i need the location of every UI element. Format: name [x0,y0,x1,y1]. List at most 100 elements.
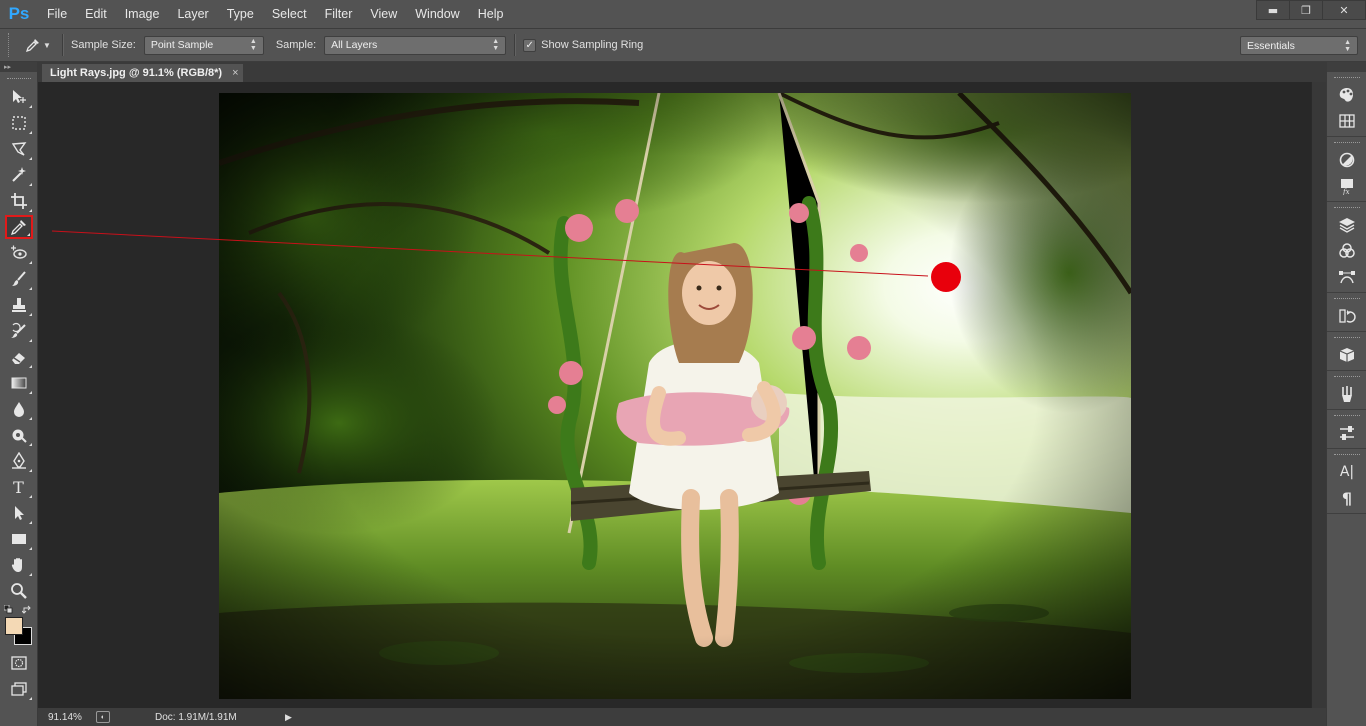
blur-tool[interactable] [5,397,33,421]
adjustments-panel-button[interactable] [1327,147,1366,173]
tool-presets-button[interactable] [1327,420,1366,446]
tools-panel: ▸▸ T [0,62,38,726]
panel-group-tool-presets [1327,410,1366,449]
menu-file[interactable]: File [38,0,76,28]
clone-stamp-tool[interactable] [5,293,33,317]
pen-tool-icon [11,452,26,469]
paragraph-panel-icon: ¶ [1341,488,1353,508]
svg-text:fx: fx [1342,188,1350,195]
styles-panel-button[interactable]: fx [1327,173,1366,199]
menu-view[interactable]: View [361,0,406,28]
marquee-tool[interactable] [5,111,33,135]
close-tab-icon[interactable]: × [232,67,238,79]
menu-window[interactable]: Window [406,0,468,28]
crop-tool-icon [10,193,27,209]
history-brush-tool-icon [10,322,26,338]
menu-items: File Edit Image Layer Type Select Filter… [38,0,512,28]
document-canvas-image[interactable] [219,93,1131,699]
magic-wand-tool[interactable] [5,163,33,187]
hand-tool-icon [11,558,22,572]
collapse-dock-icon[interactable] [1327,62,1366,72]
eraser-tool-icon [11,353,25,364]
move-tool-icon [12,90,26,103]
character-panel-button[interactable]: A| [1327,459,1366,485]
paragraph-panel-button[interactable]: ¶ [1327,485,1366,511]
adjustments-panel-icon [1339,152,1355,168]
panel-group-adjustments: fx [1327,137,1366,202]
lasso-tool[interactable] [5,137,33,161]
workspace-select[interactable]: Essentials ▲ ▼ [1240,36,1358,55]
menu-help[interactable]: Help [469,0,513,28]
layers-panel-button[interactable] [1327,212,1366,238]
menu-image[interactable]: Image [116,0,169,28]
show-sampling-ring-label: Show Sampling Ring [541,39,644,51]
panel-dock: fx A| ¶ [1326,62,1366,726]
crop-tool[interactable] [5,189,33,213]
brush-tool[interactable] [5,267,33,291]
options-bar: ▼ Sample Size: Point Sample ▲ ▼ Sample: A… [0,28,1366,62]
swap-colors-icon[interactable] [22,605,32,615]
eraser-tool[interactable] [5,345,33,369]
menu-select[interactable]: Select [263,0,316,28]
zoom-tool-icon [10,583,27,599]
menu-edit[interactable]: Edit [76,0,116,28]
history-panel-button[interactable] [1327,303,1366,329]
styles-panel-icon: fx [1341,179,1353,195]
sample-select[interactable]: All Layers ▲ ▼ [324,35,507,55]
eyedropper-tool[interactable] [4,215,33,239]
menu-type[interactable]: Type [218,0,263,28]
tool-preset-picker[interactable]: ▼ [22,33,54,57]
zoom-tool[interactable] [5,579,33,603]
spot-healing-tool[interactable] [5,241,33,265]
show-sampling-ring-checkbox[interactable]: ✓ [523,38,537,52]
document-tab[interactable]: Light Rays.jpg @ 91.1% (RGB/8*) × [42,64,243,82]
collapse-panel-icon[interactable]: ▸▸ [0,62,37,72]
menu-layer[interactable]: Layer [168,0,217,28]
hand-tool[interactable] [5,553,33,577]
blur-tool-icon [13,402,24,417]
color-panel-button[interactable] [1327,82,1366,108]
vertical-scrollbar[interactable] [1311,82,1326,708]
quick-mask-button[interactable] [5,651,33,675]
brush-presets-button[interactable] [1327,381,1366,407]
photoshop-logo: Ps [8,4,30,23]
document-size: Doc: 1.91M/1.91M [155,711,237,723]
stepper-arrows-icon: ▲ ▼ [1344,38,1351,53]
move-tool[interactable] [5,85,33,109]
dodge-tool[interactable] [5,423,33,447]
rectangle-tool[interactable] [5,527,33,551]
gradient-tool-icon [11,377,26,389]
document-profile-icon[interactable]: ◐ [96,711,110,723]
zoom-level[interactable]: 91.14% [38,712,88,723]
brush-tool-icon [11,271,26,286]
close-button[interactable]: ✕ [1322,0,1366,20]
screen-mode-button[interactable] [5,677,33,701]
foreground-color-swatch[interactable] [5,617,23,635]
path-selection-tool-icon [14,506,24,520]
type-tool[interactable]: T [5,475,33,499]
pen-tool[interactable] [5,449,33,473]
3d-panel-button[interactable] [1327,342,1366,368]
eyedropper-tool-icon [10,220,26,236]
tools-panel-grip[interactable] [6,78,31,81]
restore-button[interactable]: ❐ [1289,0,1323,20]
sample-size-select[interactable]: Point Sample ▲ ▼ [143,35,264,55]
minimize-button[interactable]: ▬ [1256,0,1290,20]
paths-panel-icon [1339,271,1355,284]
menu-filter[interactable]: Filter [316,0,362,28]
path-selection-tool[interactable] [5,501,33,525]
paths-panel-button[interactable] [1327,264,1366,290]
history-brush-tool[interactable] [5,319,33,343]
status-menu-arrow-icon[interactable]: ▶ [285,712,292,723]
options-bar-grip[interactable] [8,33,14,57]
swatches-panel-button[interactable] [1327,108,1366,134]
color-swatches [0,605,38,649]
channels-panel-button[interactable] [1327,238,1366,264]
3d-panel-icon [1339,348,1355,362]
default-colors-icon[interactable] [4,605,14,615]
sample-label: Sample: [275,39,317,51]
panel-group-color [1327,72,1366,137]
stepper-arrows-icon: ▲ ▼ [492,38,500,52]
gradient-tool[interactable] [5,371,33,395]
divider [62,34,63,56]
